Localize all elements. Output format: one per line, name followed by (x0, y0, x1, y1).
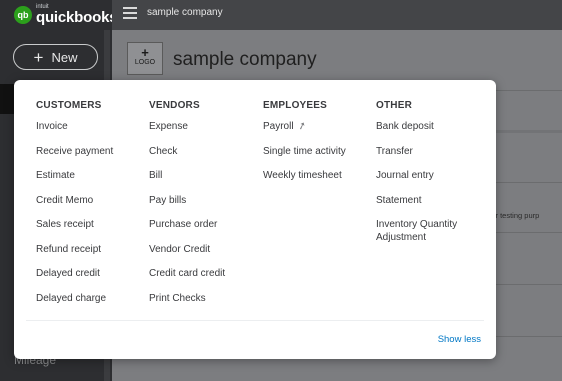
panel-divider (26, 320, 484, 321)
menu-item-bank-deposit[interactable]: Bank deposit (376, 120, 486, 145)
menu-item-weekly-timesheet[interactable]: Weekly timesheet (263, 169, 346, 194)
menu-item-delayed-credit[interactable]: Delayed credit (36, 267, 113, 292)
menu-item-single-time-activity[interactable]: Single time activity (263, 145, 346, 170)
menu-column-customers: CUSTOMERS Invoice Receive payment Estima… (36, 100, 113, 316)
page-title: sample company (173, 49, 317, 70)
menu-item-journal-entry[interactable]: Journal entry (376, 169, 486, 194)
menu-column-other: OTHER Bank deposit Transfer Journal entr… (376, 100, 486, 250)
menu-item-payroll[interactable]: Payroll ➚ (263, 120, 346, 145)
new-button-label: New (51, 49, 78, 65)
logo-label: LOGO (134, 59, 156, 66)
menu-item-purchase-order[interactable]: Purchase order (149, 218, 225, 243)
menu-item-refund-receipt[interactable]: Refund receipt (36, 243, 113, 268)
menu-item-credit-memo[interactable]: Credit Memo (36, 194, 113, 219)
menu-heading-other: OTHER (376, 100, 412, 111)
menu-item-receive-payment[interactable]: Receive payment (36, 145, 113, 170)
new-menu-panel: CUSTOMERS Invoice Receive payment Estima… (14, 80, 496, 359)
menu-heading-customers: CUSTOMERS (36, 100, 102, 111)
menu-item-invoice[interactable]: Invoice (36, 120, 113, 145)
menu-item-payroll-label: Payroll (263, 121, 294, 132)
company-logo-upload[interactable]: + LOGO (127, 42, 163, 75)
menu-item-credit-card-credit[interactable]: Credit card credit (149, 267, 225, 292)
hamburger-menu-icon[interactable] (123, 7, 137, 19)
payroll-arrow-icon: ➚ (296, 119, 309, 134)
menu-item-statement[interactable]: Statement (376, 194, 486, 219)
menu-heading-vendors: VENDORS (149, 100, 200, 111)
menu-item-sales-receipt[interactable]: Sales receipt (36, 218, 113, 243)
plus-icon: + (33, 47, 44, 67)
menu-item-delayed-charge[interactable]: Delayed charge (36, 292, 113, 317)
menu-heading-employees: EMPLOYEES (263, 100, 328, 111)
plus-icon: + (141, 45, 149, 60)
menu-item-check[interactable]: Check (149, 145, 225, 170)
new-button[interactable]: + New (13, 44, 98, 70)
qb-logo-icon: qb (14, 6, 32, 24)
show-less-link[interactable]: Show less (438, 334, 481, 345)
menu-item-pay-bills[interactable]: Pay bills (149, 194, 225, 219)
menu-item-bill[interactable]: Bill (149, 169, 225, 194)
menu-column-vendors: VENDORS Expense Check Bill Pay bills Pur… (149, 100, 225, 316)
menu-column-employees: EMPLOYEES Payroll ➚ Single time activity… (263, 100, 346, 194)
quickbooks-logo[interactable]: qb intuit quickbooks (14, 4, 118, 26)
header-company-name: sample company (147, 7, 223, 18)
brand-name: quickbooks (36, 9, 118, 26)
menu-item-estimate[interactable]: Estimate (36, 169, 113, 194)
menu-item-print-checks[interactable]: Print Checks (149, 292, 225, 317)
menu-item-inventory-quantity-adjustment[interactable]: Inventory Quantity Adjustment (376, 218, 486, 250)
menu-item-expense[interactable]: Expense (149, 120, 225, 145)
menu-item-transfer[interactable]: Transfer (376, 145, 486, 170)
menu-item-vendor-credit[interactable]: Vendor Credit (149, 243, 225, 268)
